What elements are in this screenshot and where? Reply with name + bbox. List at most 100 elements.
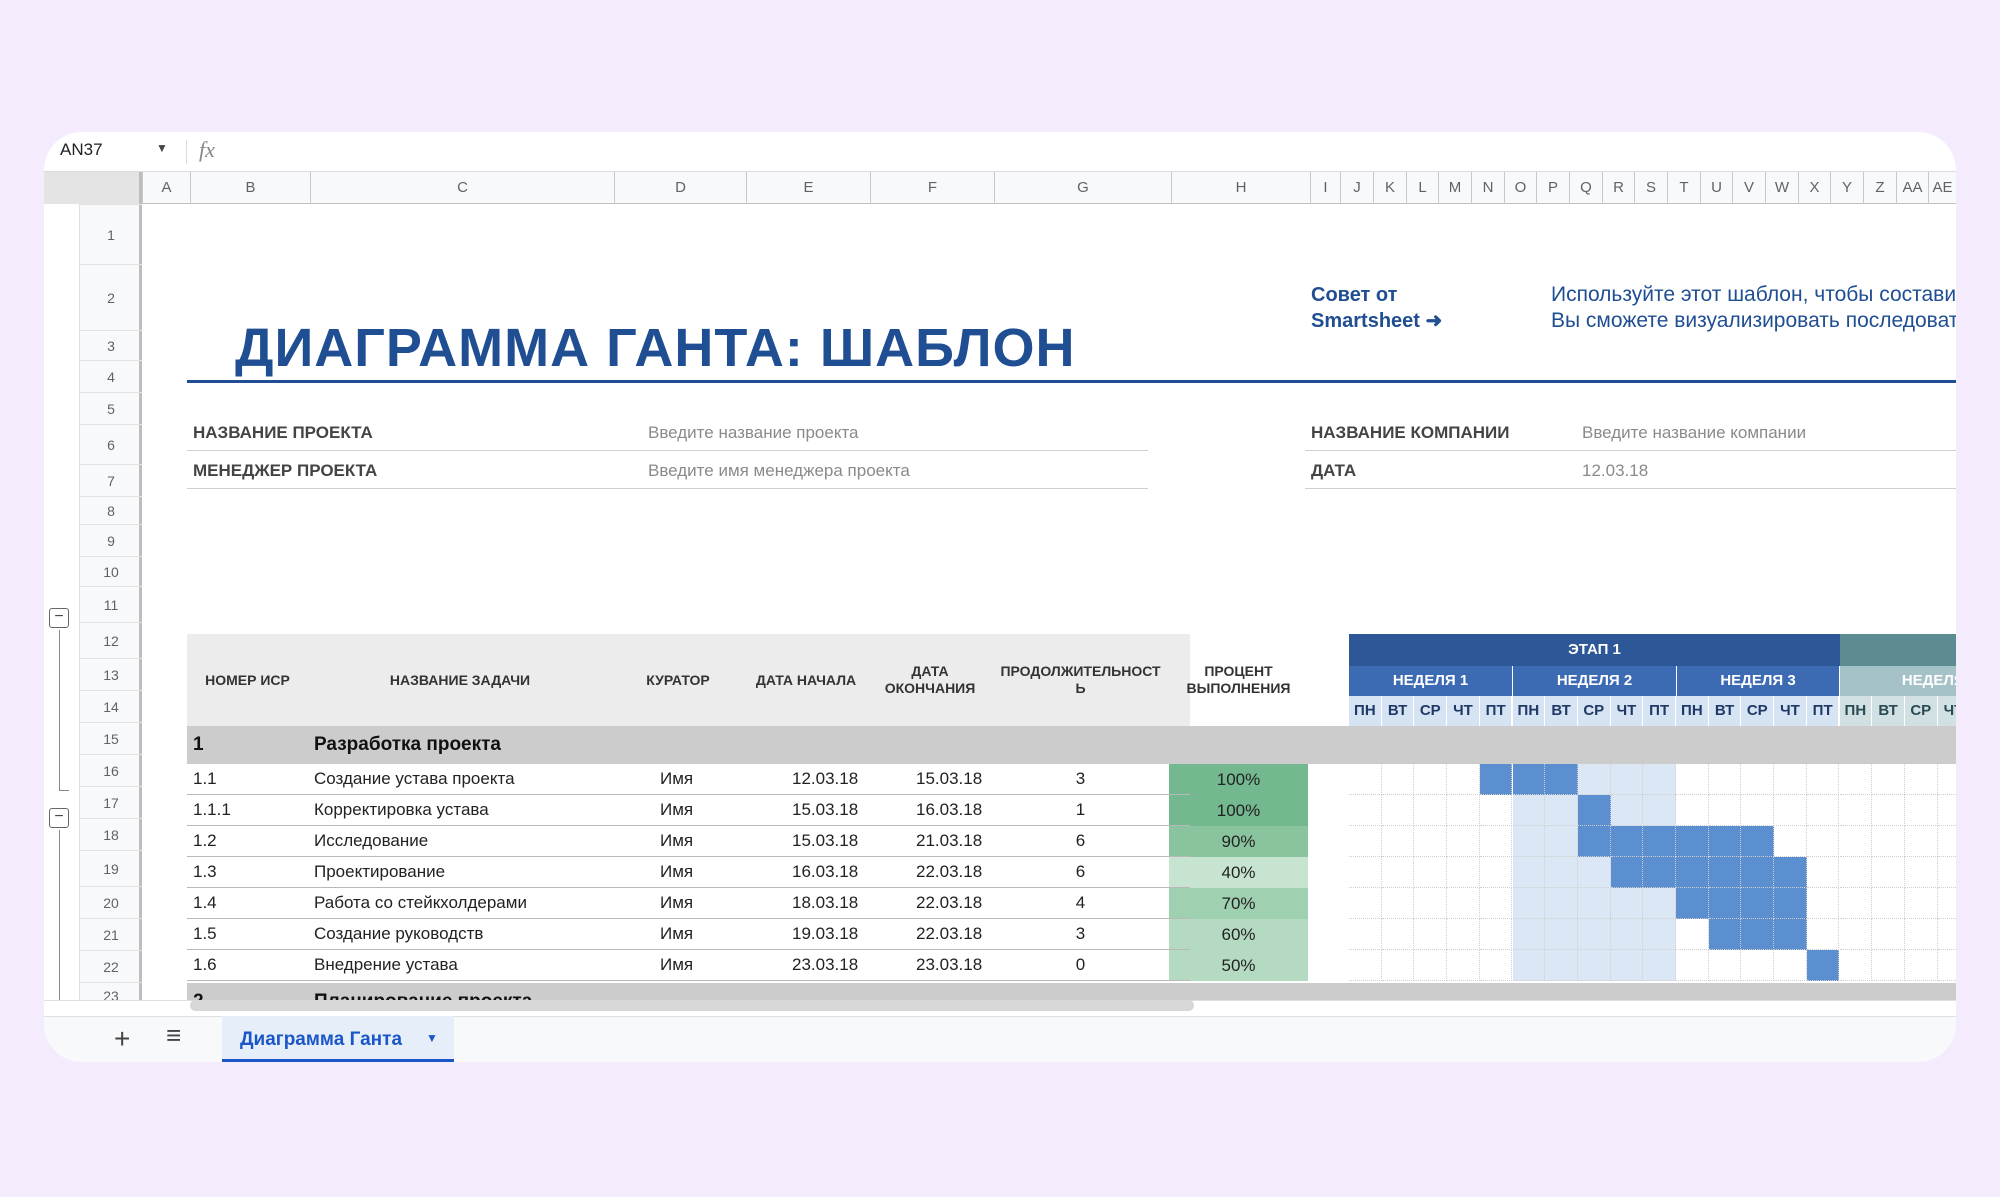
add-sheet-icon[interactable]: + <box>114 1023 130 1055</box>
gantt-cell[interactable] <box>1937 919 1956 950</box>
gantt-cell[interactable] <box>1447 764 1480 795</box>
gantt-cell[interactable] <box>1512 764 1546 795</box>
gantt-cell[interactable] <box>1676 950 1709 981</box>
gantt-cell[interactable] <box>1479 950 1513 981</box>
task-owner-cell[interactable]: Имя <box>660 800 693 820</box>
gantt-cell[interactable] <box>1479 826 1513 857</box>
gantt-cell[interactable] <box>1414 888 1448 919</box>
gantt-cell[interactable] <box>1937 857 1956 888</box>
gantt-cell[interactable] <box>1512 950 1546 981</box>
task-percent-cell[interactable]: 50% <box>1169 950 1308 981</box>
task-percent-cell[interactable]: 60% <box>1169 919 1308 950</box>
column-header-m[interactable]: M <box>1438 172 1471 204</box>
gantt-cell[interactable] <box>1774 950 1807 981</box>
gantt-cell[interactable] <box>1806 826 1840 857</box>
gantt-cell[interactable] <box>1610 795 1644 826</box>
task-name-cell[interactable]: Исследование <box>314 831 428 851</box>
gantt-cell[interactable] <box>1381 888 1415 919</box>
task-name-cell[interactable]: Создание руководств <box>314 924 483 944</box>
gantt-cell[interactable] <box>1447 826 1480 857</box>
gantt-cell[interactable] <box>1381 950 1415 981</box>
gantt-cell[interactable] <box>1806 857 1840 888</box>
gantt-cell[interactable] <box>1545 919 1578 950</box>
gantt-cell[interactable] <box>1774 826 1807 857</box>
task-wbs-cell[interactable]: 1.1 <box>193 769 217 789</box>
gantt-cell[interactable] <box>1839 764 1873 795</box>
task-percent-cell[interactable]: 90% <box>1169 826 1308 857</box>
task-name-cell[interactable]: Корректировка устава <box>314 800 489 820</box>
gantt-cell[interactable] <box>1512 826 1546 857</box>
task-owner-cell[interactable]: Имя <box>660 862 693 882</box>
row-header-18[interactable]: 18 <box>80 818 142 850</box>
gantt-cell[interactable] <box>1577 826 1611 857</box>
gantt-cell[interactable] <box>1447 888 1480 919</box>
gantt-cell[interactable] <box>1708 919 1742 950</box>
gantt-cell[interactable] <box>1741 950 1775 981</box>
task-wbs-cell[interactable]: 1.2 <box>193 831 217 851</box>
row-header-17[interactable]: 17 <box>80 786 142 818</box>
gantt-cell[interactable] <box>1904 857 1938 888</box>
gantt-cell[interactable] <box>1512 888 1546 919</box>
gantt-cell[interactable] <box>1872 888 1905 919</box>
task-start-cell[interactable]: 23.03.18 <box>792 955 858 975</box>
gantt-cell[interactable] <box>1774 888 1807 919</box>
gantt-cell[interactable] <box>1774 857 1807 888</box>
task-dur-cell[interactable]: 4 <box>992 893 1169 913</box>
gantt-cell[interactable] <box>1839 795 1873 826</box>
column-header-s[interactable]: S <box>1634 172 1667 204</box>
gantt-cell[interactable] <box>1839 888 1873 919</box>
gantt-cell[interactable] <box>1381 919 1415 950</box>
row-header-14[interactable]: 14 <box>80 690 142 722</box>
gantt-cell[interactable] <box>1577 795 1611 826</box>
gantt-cell[interactable] <box>1545 826 1578 857</box>
column-header-t[interactable]: T <box>1667 172 1700 204</box>
gantt-cell[interactable] <box>1610 764 1644 795</box>
row-header-7[interactable]: 7 <box>80 464 142 496</box>
column-header-ae[interactable]: AE <box>1928 172 1956 204</box>
row-header-12[interactable]: 12 <box>80 622 142 658</box>
gantt-cell[interactable] <box>1741 857 1775 888</box>
task-percent-cell[interactable]: 100% <box>1169 764 1308 795</box>
column-header-v[interactable]: V <box>1732 172 1765 204</box>
cells-area[interactable]: ДИАГРАММА ГАНТА: ШАБЛОН Совет от Smartsh… <box>142 204 1956 1008</box>
gantt-cell[interactable] <box>1708 950 1742 981</box>
gantt-cell[interactable] <box>1937 888 1956 919</box>
company-field[interactable]: Введите название компании <box>1582 423 1806 443</box>
row-header-11[interactable]: 11 <box>80 586 142 622</box>
task-owner-cell[interactable]: Имя <box>660 769 693 789</box>
gantt-cell[interactable] <box>1806 764 1840 795</box>
gantt-cell[interactable] <box>1447 795 1480 826</box>
gantt-cell[interactable] <box>1708 857 1742 888</box>
gantt-cell[interactable] <box>1381 857 1415 888</box>
column-header-n[interactable]: N <box>1471 172 1504 204</box>
gantt-cell[interactable] <box>1872 919 1905 950</box>
column-header-l[interactable]: L <box>1406 172 1438 204</box>
row-header-10[interactable]: 10 <box>80 556 142 586</box>
task-dur-cell[interactable]: 3 <box>992 924 1169 944</box>
column-header-x[interactable]: X <box>1798 172 1830 204</box>
gantt-cell[interactable] <box>1643 857 1676 888</box>
task-dur-cell[interactable]: 1 <box>992 800 1169 820</box>
gantt-cell[interactable] <box>1643 919 1676 950</box>
task-end-cell[interactable]: 23.03.18 <box>916 955 982 975</box>
gantt-cell[interactable] <box>1414 950 1448 981</box>
row-header-22[interactable]: 22 <box>80 950 142 982</box>
gantt-cell[interactable] <box>1708 764 1742 795</box>
gantt-cell[interactable] <box>1414 857 1448 888</box>
task-start-cell[interactable]: 15.03.18 <box>792 800 858 820</box>
gantt-cell[interactable] <box>1904 795 1938 826</box>
gantt-cell[interactable] <box>1447 857 1480 888</box>
gantt-cell[interactable] <box>1610 919 1644 950</box>
task-name-cell[interactable]: Внедрение устава <box>314 955 458 975</box>
task-end-cell[interactable]: 21.03.18 <box>916 831 982 851</box>
gantt-cell[interactable] <box>1479 764 1513 795</box>
gantt-cell[interactable] <box>1381 826 1415 857</box>
gantt-cell[interactable] <box>1414 764 1448 795</box>
task-end-cell[interactable]: 15.03.18 <box>916 769 982 789</box>
sheet-tab-caret-icon[interactable]: ▼ <box>426 1031 438 1045</box>
gantt-cell[interactable] <box>1708 826 1742 857</box>
row-header-21[interactable]: 21 <box>80 918 142 950</box>
row-header-13[interactable]: 13 <box>80 658 142 690</box>
gantt-cell[interactable] <box>1676 764 1709 795</box>
column-header-b[interactable]: B <box>190 172 310 204</box>
